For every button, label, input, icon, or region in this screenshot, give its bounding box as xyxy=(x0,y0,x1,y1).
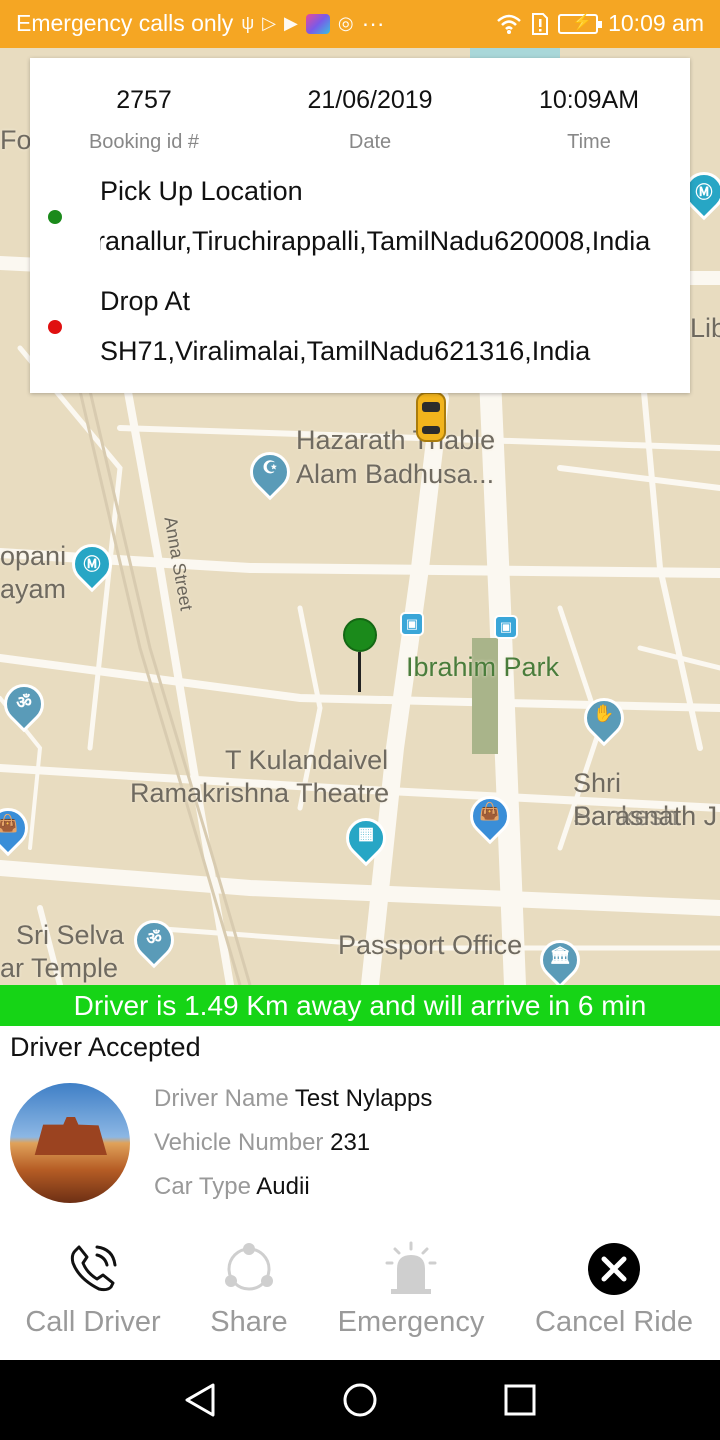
date-value: 21/06/2019 xyxy=(307,86,433,114)
call-driver-button[interactable]: Call Driver xyxy=(20,1232,166,1339)
date-column: 21/06/2019 Date xyxy=(260,86,480,154)
time-value: 10:09AM xyxy=(538,86,640,114)
recents-icon[interactable] xyxy=(504,1384,536,1416)
pickup-dot-icon xyxy=(48,210,62,224)
battery-icon: ⚡ xyxy=(558,13,603,34)
emergency-button[interactable]: Emergency xyxy=(330,1232,492,1339)
map-label-oppani: opani xyxy=(0,541,67,571)
booking-id-value: 2757 xyxy=(116,86,172,114)
more-notifications-icon: ··· xyxy=(361,10,385,36)
pickup-label: Pick Up Location xyxy=(100,176,303,206)
bus-stop-icon[interactable]: ▣ xyxy=(494,615,518,639)
ride-actions-bar: Call Driver Share Emergency Cancel Ride xyxy=(0,1232,720,1360)
map-label-lib: Lib xyxy=(690,313,720,343)
map-label-kulandaivel: T Kulandaivel xyxy=(225,745,389,775)
usb-icon: ψ xyxy=(241,13,255,33)
temple-poi-icon[interactable]: ॐ xyxy=(0,675,53,736)
shopping-poi-icon[interactable]: 👜 xyxy=(461,787,519,848)
mosque-poi-icon[interactable]: ☪ xyxy=(241,443,299,504)
vehicle-number-row: Vehicle Number 231 xyxy=(154,1129,370,1157)
back-icon[interactable] xyxy=(183,1382,217,1418)
jain-temple-poi-icon[interactable]: ✋ xyxy=(575,689,633,750)
drop-dot-icon xyxy=(48,320,62,334)
status-bar: Emergency calls only ψ ▷ ▶ ◎ ··· ⚡ 10:09… xyxy=(0,0,720,48)
chrome-icon: ◎ xyxy=(337,13,354,33)
app-notification-icon xyxy=(305,13,330,34)
system-nav-bar xyxy=(0,1360,720,1440)
map-label-hazarath: Hazarath Thable xyxy=(296,425,496,455)
carrier-text: Emergency calls only xyxy=(16,10,234,36)
call-driver-label: Call Driver xyxy=(25,1306,161,1338)
government-poi-icon[interactable]: 🏛 xyxy=(531,931,589,985)
vehicle-number-value: 231 xyxy=(330,1129,371,1156)
phone-icon xyxy=(70,1245,117,1292)
time-label: Time xyxy=(567,131,611,153)
cancel-ride-button[interactable]: Cancel Ride xyxy=(526,1232,702,1339)
wifi-icon xyxy=(497,14,521,34)
map-label-selva: Sri Selva xyxy=(16,920,125,950)
driver-name-row: Driver Name Test Nylapps xyxy=(154,1085,432,1113)
close-circle-icon xyxy=(588,1243,640,1295)
driver-avatar xyxy=(10,1083,130,1203)
map-label-ramakrishna: Ramakrishna Theatre xyxy=(130,778,390,808)
pickup-address[interactable]: ranallur,Tiruchirappalli,TamilNadu620008… xyxy=(100,226,688,257)
map-label-temple: ar Temple xyxy=(0,953,119,983)
vehicle-number-label: Vehicle Number xyxy=(154,1129,324,1156)
shopping-poi-icon[interactable]: 👜 xyxy=(0,799,37,860)
driver-name-value: Test Nylapps xyxy=(294,1085,433,1112)
pickup-location-pin[interactable] xyxy=(343,618,377,692)
alarm-bell-icon xyxy=(385,1241,437,1294)
arrival-banner: Driver is 1.49 Km away and will arrive i… xyxy=(0,985,720,1026)
home-icon[interactable] xyxy=(342,1382,378,1418)
map-label-ibrahim-park: Ibrahim Park xyxy=(406,652,560,682)
driver-status: Driver Accepted xyxy=(10,1032,201,1062)
emergency-label: Emergency xyxy=(337,1306,485,1338)
play-store-icon: ▷ xyxy=(262,13,276,33)
share-button[interactable]: Share xyxy=(196,1232,302,1339)
map-label-alam: Alam Badhusa... xyxy=(296,459,495,489)
booking-id-column: 2757 Booking id # xyxy=(34,86,254,154)
temple-poi-icon[interactable]: ॐ xyxy=(125,911,183,972)
drop-label: Drop At xyxy=(100,286,191,316)
share-label: Share xyxy=(210,1306,288,1338)
date-label: Date xyxy=(348,131,392,153)
time-column: 10:09AM Time xyxy=(479,86,690,154)
youtube-icon: ▶ xyxy=(284,13,298,33)
museum-poi-icon[interactable]: Ⓜ xyxy=(63,535,121,596)
booking-details-card: 2757 Booking id # 21/06/2019 Date 10:09A… xyxy=(30,58,690,393)
sim-alert-icon xyxy=(532,12,549,35)
map-label-parasnath: Parasnath J xyxy=(573,801,718,831)
map-label-ayam: ayam xyxy=(0,574,67,604)
drop-address[interactable]: SH71,Viralimalai,TamilNadu621316,India xyxy=(100,336,688,367)
map-label-passport-office: Passport Office xyxy=(338,930,523,960)
clock-text: 10:09 am xyxy=(608,10,704,36)
driver-name-label: Driver Name xyxy=(154,1085,289,1112)
share-icon xyxy=(225,1243,273,1291)
bus-stop-icon[interactable]: ▣ xyxy=(400,612,424,636)
car-type-value: Audii xyxy=(256,1173,310,1200)
car-type-label: Car Type xyxy=(154,1173,251,1200)
booking-id-label: Booking id # xyxy=(88,131,200,153)
cancel-ride-label: Cancel Ride xyxy=(535,1306,693,1338)
driver-car-icon xyxy=(416,392,446,442)
theatre-poi-icon[interactable]: ▦ xyxy=(337,809,395,870)
car-type-row: Car Type Audii xyxy=(154,1173,310,1201)
